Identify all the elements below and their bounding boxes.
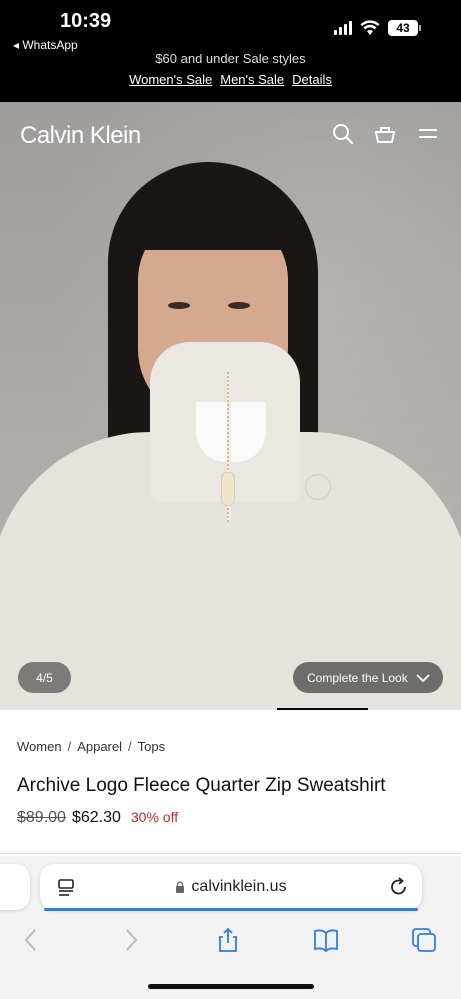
details-link[interactable]: Details <box>292 72 332 87</box>
breadcrumb-separator: / <box>67 739 72 754</box>
forward-icon[interactable] <box>118 927 144 953</box>
bookmarks-icon[interactable] <box>313 927 339 953</box>
wifi-icon <box>360 20 380 35</box>
load-progress-bar <box>44 908 418 911</box>
home-indicator <box>148 984 314 989</box>
previous-tab[interactable] <box>0 864 30 910</box>
model-eye-left <box>168 302 190 309</box>
back-icon[interactable] <box>18 927 44 953</box>
discount-badge: 30% off <box>130 809 179 825</box>
tshirt <box>196 402 266 462</box>
cellular-signal-icon <box>334 21 352 35</box>
status-icons: 43 <box>334 20 421 36</box>
image-pager: 4/5 <box>18 662 71 693</box>
breadcrumb: Women / Apparel / Tops <box>17 739 165 754</box>
breadcrumb-apparel[interactable]: Apparel <box>77 739 122 754</box>
divider <box>0 853 461 854</box>
ck-logo-emboss <box>305 474 331 500</box>
breadcrumb-tops[interactable]: Tops <box>138 739 165 754</box>
gallery-progress-indicator <box>277 708 368 710</box>
breadcrumb-separator: / <box>128 739 132 754</box>
reload-icon[interactable] <box>388 876 410 898</box>
gallery-progress-track <box>0 708 461 710</box>
bag-icon[interactable] <box>373 122 397 146</box>
promo-text: $60 and under Sale styles <box>155 54 306 66</box>
model-bangs <box>132 190 294 250</box>
promo-links: Women's Sale Men's Sale Details <box>0 72 461 87</box>
zipper-pull <box>221 472 235 506</box>
search-icon[interactable] <box>331 122 355 146</box>
url-text: calvinklein.us <box>191 878 287 895</box>
battery-level: 43 <box>388 20 418 36</box>
status-time: 10:39 <box>60 10 112 32</box>
back-to-app[interactable]: ◂ WhatsApp <box>13 38 78 52</box>
chevron-down-icon <box>416 673 430 682</box>
lock-icon <box>176 881 185 893</box>
product-title: Archive Logo Fleece Quarter Zip Sweatshi… <box>17 775 386 796</box>
browser-toolbar: calvinklein.us <box>0 856 461 999</box>
sale-price: $62.30 <box>71 809 121 826</box>
complete-the-look-label: Complete the Look <box>307 670 408 685</box>
mens-sale-link[interactable]: Men's Sale <box>220 72 284 87</box>
address-bar[interactable]: calvinklein.us <box>40 864 422 910</box>
product-image[interactable] <box>0 102 461 710</box>
top-banner: 10:39 ◂ WhatsApp 43 $60 and under Sale s… <box>0 0 461 102</box>
price-block: $89.00 $62.30 30% off <box>17 809 178 827</box>
menu-icon[interactable] <box>416 122 440 146</box>
tabs-icon[interactable] <box>411 927 437 953</box>
brand-logo[interactable]: Calvin Klein <box>20 122 141 150</box>
breadcrumb-women[interactable]: Women <box>17 739 62 754</box>
original-price: $89.00 <box>17 809 66 826</box>
model-eye-right <box>228 302 250 309</box>
share-icon[interactable] <box>215 927 241 953</box>
womens-sale-link[interactable]: Women's Sale <box>129 72 212 87</box>
url-display: calvinklein.us <box>175 878 287 896</box>
battery-icon: 43 <box>388 20 421 36</box>
page-menu-icon[interactable] <box>56 877 76 897</box>
complete-the-look-button[interactable]: Complete the Look <box>293 662 443 693</box>
